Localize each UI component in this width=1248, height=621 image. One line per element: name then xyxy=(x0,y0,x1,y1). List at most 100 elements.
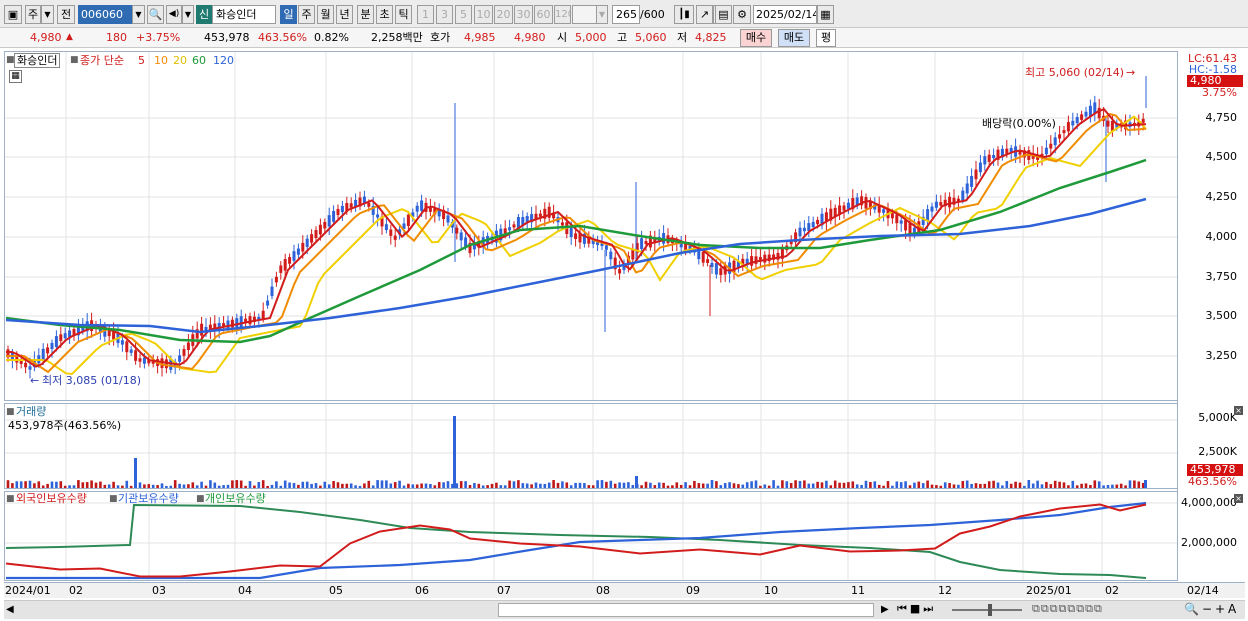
candle-body xyxy=(710,262,714,267)
x-axis: 2024/01 02 03 04 05 06 07 08 09 10 11 12… xyxy=(4,582,1245,598)
panel-close-icon[interactable]: × xyxy=(1234,494,1243,503)
volume-bar xyxy=(899,482,903,488)
volume-bar xyxy=(15,481,19,488)
foreign-holding-label[interactable]: 외국인보유수량 xyxy=(16,492,87,505)
pct-tag: 3.75% xyxy=(1202,86,1237,99)
scroll-right-icon[interactable]: ▶ xyxy=(881,604,889,615)
scroll-left-icon[interactable]: ◀ xyxy=(6,604,14,615)
candle-body xyxy=(987,154,991,162)
volume-bar xyxy=(508,480,511,488)
volume-bar xyxy=(873,481,877,488)
candle-body xyxy=(934,201,938,208)
candle-body xyxy=(279,265,283,273)
volume-bar xyxy=(1106,485,1110,488)
volume-bar xyxy=(987,481,991,488)
ma-label[interactable]: 종가 단순 xyxy=(80,54,124,67)
individual-holding-label[interactable]: 개인보유수량 xyxy=(205,492,266,505)
view-mode-icons[interactable]: ⧉⧉⧉⧉⧉⧉⧉⧉ xyxy=(1032,602,1103,616)
volume-bar xyxy=(178,483,181,488)
volume-bar xyxy=(1089,485,1092,488)
volume-pct-tag: 463.56% xyxy=(1188,475,1237,488)
x-tick: 06 xyxy=(415,584,429,597)
volume-bar xyxy=(737,484,740,488)
volume-bar xyxy=(363,483,366,488)
volume-bar xyxy=(539,483,542,488)
playback-icons[interactable]: ⏮■⏭ xyxy=(897,602,936,616)
volume-bar xyxy=(609,480,613,488)
volume-bar xyxy=(1040,484,1044,488)
volume-bar xyxy=(723,483,727,488)
volume-bar xyxy=(266,485,269,488)
candle-body xyxy=(125,341,129,353)
ma-10-label[interactable]: 10 xyxy=(154,54,168,67)
candle-body xyxy=(301,242,305,252)
zoom-slider[interactable] xyxy=(952,609,1022,611)
volume-bar xyxy=(371,485,375,488)
volume-bar xyxy=(94,482,98,488)
volume-bar xyxy=(627,482,630,488)
institution-holding-label[interactable]: 기관보유수량 xyxy=(118,492,179,505)
volume-bar xyxy=(979,483,982,488)
volume-bar xyxy=(28,480,32,488)
volume-bar xyxy=(618,482,621,488)
volume-bar xyxy=(11,483,14,488)
candle-body xyxy=(992,155,996,159)
candle-body xyxy=(1080,114,1084,120)
volume-bar xyxy=(943,482,947,488)
volume-bar xyxy=(939,485,943,488)
volume-bar xyxy=(820,482,824,488)
volume-bar xyxy=(393,482,397,488)
candle-body xyxy=(28,366,32,370)
candle-body xyxy=(340,205,344,213)
volume-bar xyxy=(767,485,771,488)
y-tick: 3,750 xyxy=(1205,270,1238,283)
volume-bar xyxy=(398,480,401,488)
candle-body xyxy=(1071,120,1075,126)
volume-bar xyxy=(759,485,762,488)
volume-bar xyxy=(270,484,274,488)
volume-bar xyxy=(521,483,525,488)
candle-body xyxy=(1106,120,1110,127)
scrollbar[interactable]: ◀ ▶ ⏮■⏭ ⧉⧉⧉⧉⧉⧉⧉⧉ 🔍−+A xyxy=(4,600,1245,619)
volume-bar xyxy=(283,480,287,488)
holding-y-tick: 2,000,000 xyxy=(1181,536,1237,549)
volume-bar xyxy=(55,481,58,488)
volume-bar xyxy=(653,485,657,488)
volume-bar xyxy=(1027,480,1031,488)
volume-bar xyxy=(1036,480,1039,488)
volume-bar xyxy=(970,483,973,488)
candle-body xyxy=(983,156,987,165)
candle-body xyxy=(965,183,969,194)
volume-bar xyxy=(886,481,890,488)
volume-bar xyxy=(1049,484,1053,488)
volume-bar xyxy=(257,482,261,488)
calculator-icon[interactable]: ▦ xyxy=(9,70,22,83)
candle-body xyxy=(807,223,811,231)
candle-body xyxy=(186,342,190,350)
candle-body xyxy=(1044,147,1048,155)
ma-20-label[interactable]: 20 xyxy=(173,54,187,67)
zoom-icons[interactable]: 🔍−+A xyxy=(1184,602,1239,616)
ma-120-label[interactable]: 120 xyxy=(213,54,234,67)
scroll-thumb[interactable] xyxy=(498,603,874,617)
volume-bar xyxy=(772,480,775,488)
zoom-slider-handle[interactable] xyxy=(988,604,992,616)
volume-bar xyxy=(1075,485,1079,488)
volume-bar xyxy=(745,482,749,488)
volume-bar xyxy=(490,483,494,488)
volume-bar xyxy=(1102,485,1105,488)
stock-name-tag[interactable]: 화승인더 xyxy=(14,53,61,68)
ma-5-label[interactable]: 5 xyxy=(138,54,145,67)
volume-bar xyxy=(116,485,120,488)
volume-bar xyxy=(129,485,133,488)
dividend-note: 배당락(0.00%) xyxy=(982,117,1056,130)
volume-bar xyxy=(464,481,467,488)
ma-60-label[interactable]: 60 xyxy=(192,54,206,67)
panel-close-icon[interactable]: × xyxy=(1234,406,1243,415)
chart-canvas[interactable] xyxy=(0,0,1248,621)
volume-bar xyxy=(706,483,709,488)
volume-bar xyxy=(930,484,934,488)
candle-body xyxy=(310,234,314,243)
legend-marker: ■ xyxy=(6,494,15,504)
candle-body xyxy=(138,358,142,362)
